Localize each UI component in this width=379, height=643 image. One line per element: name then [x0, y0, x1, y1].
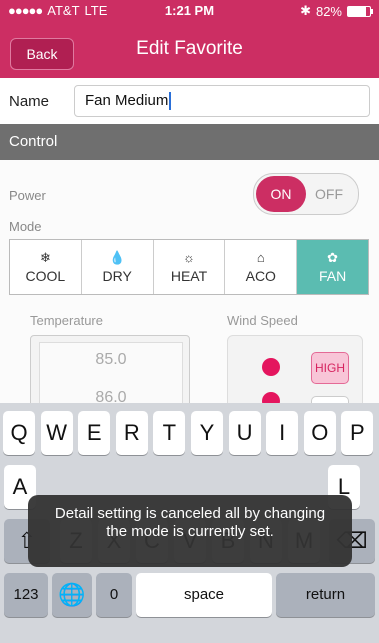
name-label: Name [9, 93, 50, 110]
key-o[interactable]: O [303, 411, 336, 455]
return-key[interactable]: return [276, 573, 375, 617]
space-key[interactable]: space [136, 573, 272, 617]
temperature-option[interactable]: 85.0 [40, 351, 182, 369]
key-p[interactable]: P [341, 411, 374, 455]
snowflake-icon: ❄ [39, 249, 51, 265]
dictation-key[interactable]: 0 [96, 573, 132, 617]
text-cursor [169, 92, 172, 111]
status-bar: ●●●●● AT&T LTE 1:21 PM ✱ 82% [0, 0, 379, 22]
navigation-bar: Back Edit Favorite [0, 22, 379, 78]
fan-icon: ✿ [327, 249, 339, 265]
section-header: Control [0, 124, 379, 160]
mode-label: Mode [9, 219, 42, 234]
temperature-label: Temperature [30, 313, 103, 328]
key-y[interactable]: Y [191, 411, 223, 455]
mode-aco-button[interactable]: ⌂ ACO [225, 240, 298, 294]
power-label: Power [9, 188, 46, 203]
key-u[interactable]: U [228, 411, 261, 455]
key-i[interactable]: I [266, 411, 299, 455]
key-t[interactable]: T [153, 411, 186, 455]
battery-icon [347, 5, 373, 17]
mode-selector: ❄ COOL 💧 DRY ☼ HEAT ⌂ ACO ✿ FAN [9, 239, 369, 295]
power-off-option[interactable]: OFF [306, 176, 352, 212]
name-value: Fan Medium [85, 92, 169, 109]
name-field[interactable]: Fan Medium [74, 85, 370, 117]
mode-label-dry: DRY [102, 267, 132, 284]
power-toggle[interactable]: ON OFF [253, 173, 359, 215]
key-w[interactable]: W [40, 411, 73, 455]
mode-label-aco: ACO [245, 267, 276, 284]
ai-icon: ⌂ [256, 249, 265, 265]
wind-speed-label: Wind Speed [227, 313, 298, 328]
battery-percent: 82% [315, 3, 342, 19]
key-q[interactable]: Q [3, 411, 35, 455]
mode-label-cool: COOL [25, 267, 66, 284]
sun-icon: ☼ [183, 249, 195, 265]
mode-dry-button[interactable]: 💧 DRY [82, 240, 154, 294]
wind-high-button[interactable]: HIGH [311, 352, 349, 384]
globe-key[interactable]: 🌐 [52, 573, 92, 617]
droplet-icon: 💧 [109, 249, 126, 265]
mode-heat-button[interactable]: ☼ HEAT [154, 240, 226, 294]
control-panel: Power ON OFF Mode ❄ COOL 💧 DRY ☼ HEAT ⌂ … [0, 160, 379, 428]
numbers-key[interactable]: 123 [4, 573, 48, 617]
mode-label-heat: HEAT [170, 267, 208, 284]
wind-level-dot [262, 358, 280, 376]
mode-label-fan: FAN [318, 267, 347, 284]
key-r[interactable]: R [115, 411, 148, 455]
bluetooth-icon: ✱ [300, 3, 311, 18]
key-e[interactable]: E [78, 411, 111, 455]
power-on-option[interactable]: ON [256, 176, 306, 212]
mode-cool-button[interactable]: ❄ COOL [10, 240, 82, 294]
page-title: Edit Favorite [136, 38, 243, 59]
mode-fan-button[interactable]: ✿ FAN [297, 240, 368, 294]
name-row: Name Fan Medium [0, 78, 379, 122]
mode-change-toast: Detail setting is canceled all by changi… [28, 495, 352, 567]
